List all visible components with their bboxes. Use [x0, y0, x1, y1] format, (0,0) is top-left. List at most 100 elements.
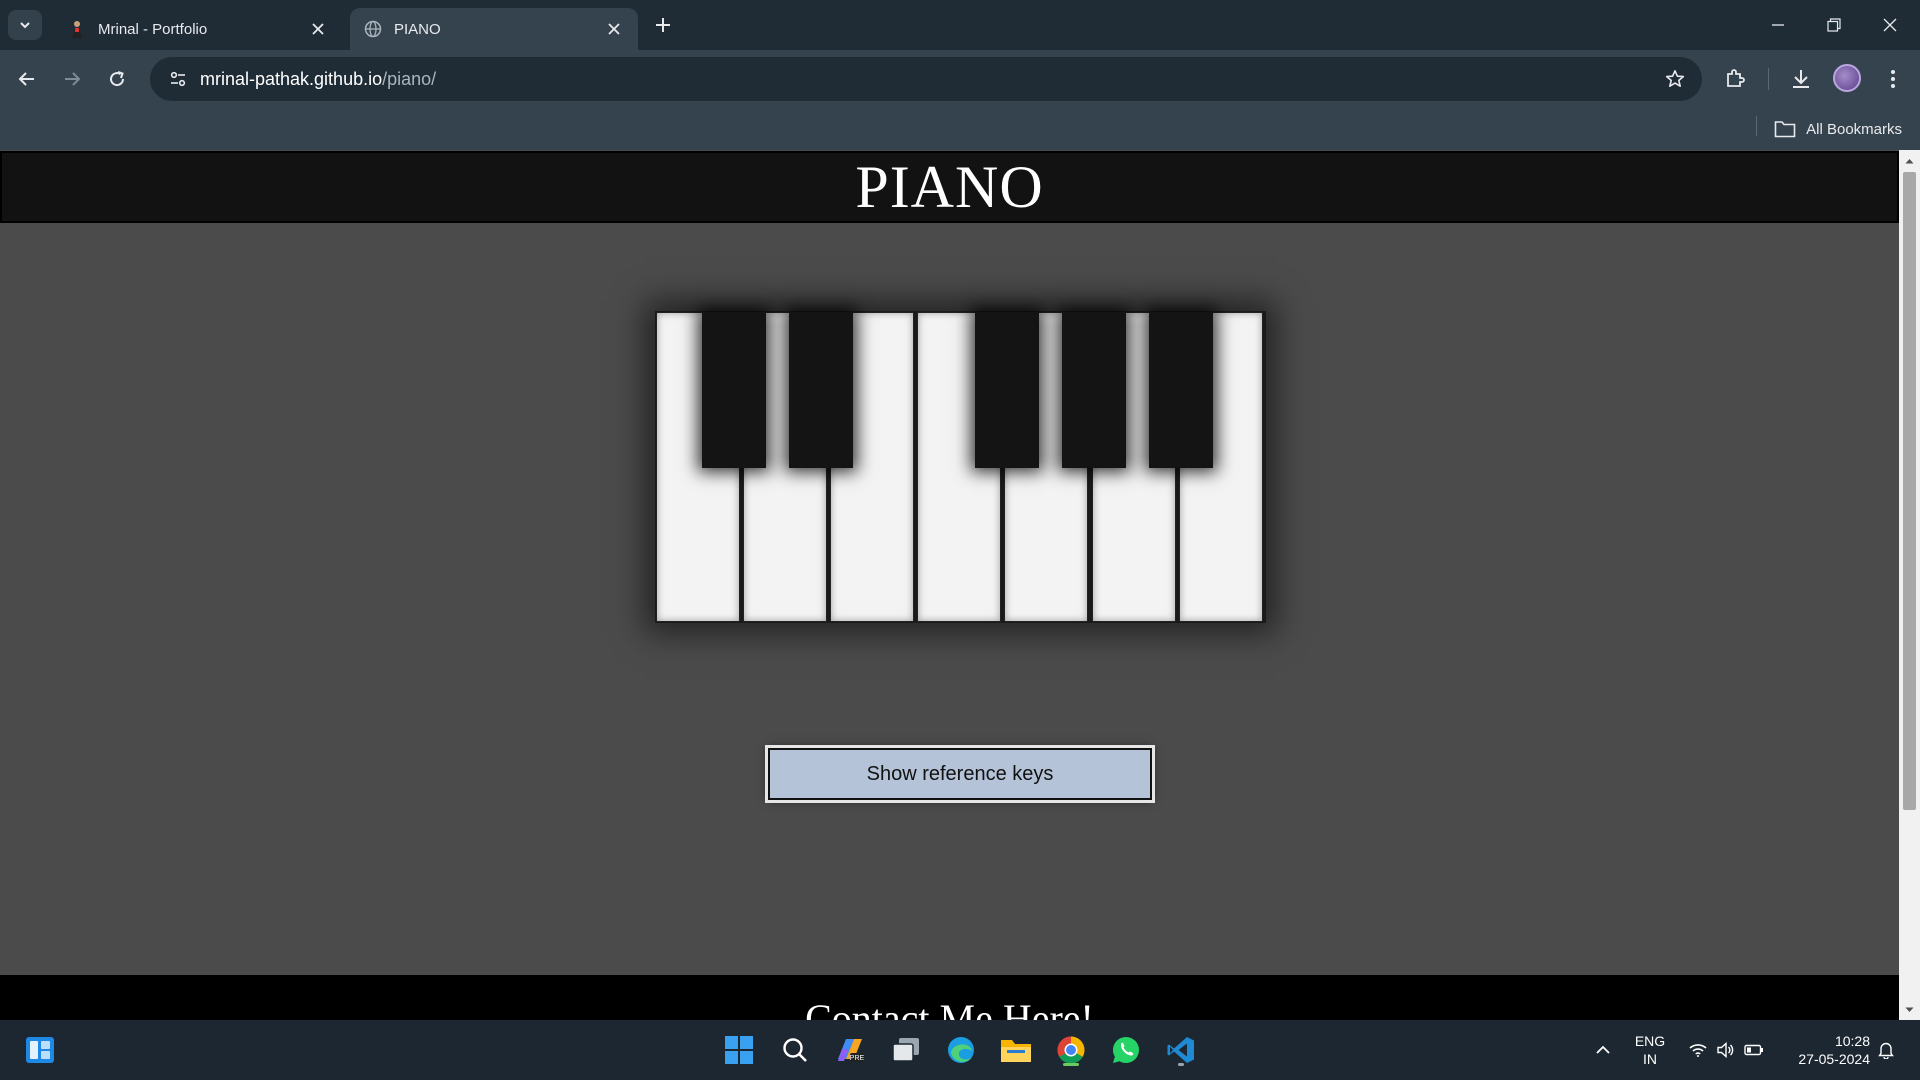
tab-title: PIANO	[394, 20, 441, 38]
minimize-button[interactable]	[1750, 0, 1806, 50]
plus-icon	[656, 18, 670, 32]
region-code: IN	[1643, 1051, 1657, 1067]
back-button[interactable]	[10, 62, 44, 96]
forward-button[interactable]	[55, 62, 89, 96]
chrome-button[interactable]	[1051, 1030, 1091, 1070]
scroll-down-arrow-icon[interactable]	[1899, 1001, 1920, 1018]
search-icon	[783, 1038, 807, 1062]
task-view-button[interactable]	[886, 1030, 926, 1070]
restore-button[interactable]	[1806, 0, 1862, 50]
page-footer: Contact Me Here!	[0, 975, 1899, 1020]
bookmark-star-icon[interactable]	[1660, 64, 1690, 94]
clock-date: 27-05-2024	[1798, 1051, 1870, 1067]
show-hidden-icons-button[interactable]	[1588, 1020, 1618, 1080]
arrow-left-icon	[18, 72, 34, 86]
toolbar-divider	[1768, 68, 1769, 90]
whatsapp-icon	[1112, 1037, 1139, 1063]
more-vertical-icon	[1891, 70, 1895, 88]
task-view-icon	[892, 1038, 919, 1062]
widgets-icon	[26, 1037, 54, 1063]
tab-piano[interactable]: PIANO	[350, 8, 638, 50]
notifications-button[interactable]	[1872, 1020, 1900, 1080]
all-bookmarks-button[interactable]: All Bookmarks	[1774, 116, 1902, 142]
piano	[655, 311, 1266, 623]
volume-icon	[1717, 1042, 1734, 1058]
close-window-button[interactable]	[1862, 0, 1918, 50]
extensions-puzzle-icon	[1727, 69, 1745, 87]
reload-icon	[110, 71, 125, 87]
tab-title: Mrinal - Portfolio	[98, 20, 208, 38]
black-key-3[interactable]	[975, 312, 1039, 468]
clock-time: 10:28	[1834, 1033, 1870, 1049]
black-key-5[interactable]	[1149, 312, 1213, 468]
wifi-status[interactable]	[1686, 1020, 1710, 1080]
arrow-right-icon	[65, 72, 81, 86]
start-icon	[725, 1036, 753, 1064]
copilot-button[interactable]: PRE	[830, 1030, 870, 1070]
show-reference-keys-button[interactable]: Show reference keys	[768, 748, 1152, 800]
url-host: mrinal-pathak.github.io	[200, 68, 383, 89]
active-app-indicator	[1063, 1063, 1079, 1066]
widgets-button[interactable]	[20, 1030, 60, 1070]
page-title: PIANO	[855, 153, 1044, 220]
chevron-up-icon	[1596, 1045, 1610, 1054]
globe-icon	[364, 20, 382, 38]
bookmarks-divider	[1756, 116, 1757, 136]
battery-status[interactable]	[1742, 1020, 1766, 1080]
wifi-icon	[1689, 1044, 1707, 1057]
file-explorer-icon	[1001, 1040, 1031, 1062]
taskbar-search-button[interactable]	[775, 1030, 815, 1070]
bell-icon	[1878, 1042, 1894, 1059]
address-bar[interactable]: mrinal-pathak.github.io/piano/	[150, 57, 1702, 101]
input-language-indicator[interactable]: ENG IN	[1630, 1032, 1670, 1068]
vscode-icon	[1167, 1037, 1194, 1063]
downloads-button[interactable]	[1784, 62, 1818, 96]
profile-avatar[interactable]	[1833, 64, 1861, 92]
vscode-button[interactable]	[1161, 1030, 1201, 1070]
portfolio-favicon-icon	[68, 20, 86, 38]
minimize-icon	[1772, 24, 1784, 26]
chevron-down-icon	[20, 22, 30, 29]
close-tab-icon[interactable]	[604, 19, 624, 39]
chrome-icon	[1057, 1036, 1085, 1064]
scroll-up-arrow-icon[interactable]	[1899, 152, 1920, 169]
svg-text:PRE: PRE	[850, 1055, 865, 1062]
reload-button[interactable]	[100, 62, 134, 96]
language-code: ENG	[1634, 1033, 1666, 1049]
start-button[interactable]	[719, 1030, 759, 1070]
volume-status[interactable]	[1714, 1020, 1738, 1080]
bookmarks-bar: All Bookmarks	[0, 108, 1920, 150]
tab-search-button[interactable]	[8, 10, 42, 40]
close-icon	[1883, 18, 1897, 32]
tab-strip: Mrinal - Portfolio PIANO	[0, 0, 1920, 50]
all-bookmarks-label: All Bookmarks	[1806, 120, 1902, 138]
whatsapp-button[interactable]	[1106, 1030, 1146, 1070]
battery-icon	[1744, 1044, 1763, 1056]
browser-toolbar: mrinal-pathak.github.io/piano/	[0, 50, 1920, 108]
tab-portfolio[interactable]: Mrinal - Portfolio	[54, 8, 342, 50]
system-clock[interactable]: 10:28 27-05-2024	[1780, 1032, 1870, 1068]
folder-icon	[1774, 121, 1796, 138]
site-info-icon[interactable]	[156, 57, 200, 101]
contact-heading: Contact Me Here!	[805, 996, 1094, 1020]
page-header: PIANO	[0, 151, 1899, 223]
close-tab-icon[interactable]	[308, 19, 328, 39]
black-key-1[interactable]	[702, 312, 766, 468]
download-icon	[1793, 70, 1809, 88]
new-tab-button[interactable]	[650, 12, 676, 38]
black-key-2[interactable]	[789, 312, 853, 468]
copilot-icon: PRE	[838, 1039, 865, 1062]
page-viewport: PIANO Show reference keys Contact Me Her…	[0, 150, 1920, 1020]
browser-menu-button[interactable]	[1876, 62, 1910, 96]
windows-taskbar: PRE ENG IN 10:28 27-05-2024	[0, 1020, 1920, 1080]
edge-button[interactable]	[941, 1030, 981, 1070]
file-explorer-button[interactable]	[996, 1030, 1036, 1070]
edge-icon	[948, 1037, 974, 1063]
scrollbar-thumb[interactable]	[1903, 172, 1916, 810]
extensions-button[interactable]	[1718, 62, 1752, 96]
restore-icon	[1827, 18, 1841, 32]
url-path: /piano/	[382, 68, 437, 89]
running-app-indicator	[1178, 1063, 1184, 1066]
page-scrollbar[interactable]	[1899, 150, 1920, 1020]
black-key-4[interactable]	[1062, 312, 1126, 468]
